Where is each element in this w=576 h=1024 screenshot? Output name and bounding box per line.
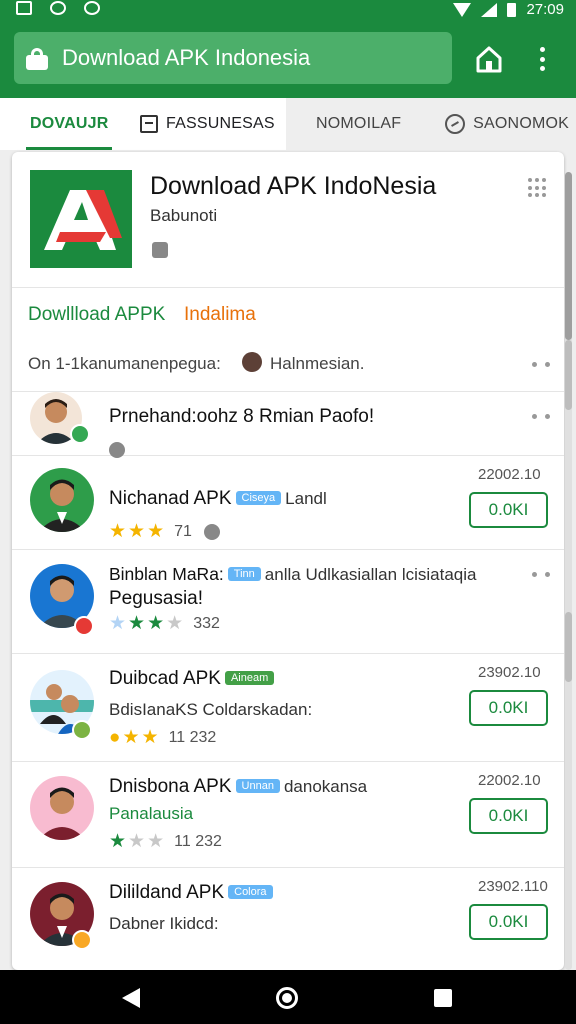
notification-icon [16, 1, 32, 15]
item-title: Duibcad APK Aineam [109, 668, 278, 690]
item-title: Binblan MaRa: Tinn anlla Udlkasiallan lcis… [109, 564, 477, 584]
tab-label: DOVAUJR [30, 115, 109, 132]
more-icon[interactable] [532, 572, 550, 578]
avatar [30, 776, 94, 840]
circle-home-icon[interactable] [276, 987, 298, 1009]
list-item[interactable]: Nichanad APK Ciseya Landl ★ ★ ★ 71 22002.10 … [12, 456, 564, 550]
item-title: Nichanad APK Ciseya Landl [109, 488, 327, 509]
list-item[interactable]: Dnisbona APK Unnan danokansa Panalausia ★ ★… [12, 762, 564, 868]
app-subtitle: Babunoti [150, 206, 218, 225]
rating-count: 11 232 [174, 832, 222, 850]
alert-icon [74, 616, 94, 636]
recents-icon[interactable] [434, 989, 452, 1007]
url-text: Download APK Indonesia [62, 45, 311, 70]
download-link-alt[interactable]: Indalima [184, 304, 256, 326]
app-card: Download APK IndoNesia Babunoti Dowllloa… [12, 152, 564, 970]
item-subtitle: BdisIanaKS Coldarskadan: [109, 700, 313, 719]
tab-label: NOMOILAF [316, 115, 402, 132]
scroll-thumb-lower[interactable] [565, 612, 572, 682]
developer-avatar [242, 352, 262, 372]
app-notification-icon [50, 1, 66, 15]
ok-button[interactable]: 0.0KI [469, 690, 548, 726]
wifi-icon [453, 2, 472, 17]
box-icon [140, 115, 158, 133]
system-nav-bar [0, 970, 576, 1024]
tab-bar: DOVAUJR FASSUNESAS NOMOILAF SAONOMOK [0, 98, 576, 150]
list-item[interactable]: Duibcad APK Aineam BdisIanaKS Coldarskada… [12, 654, 564, 762]
app-title: Download APK IndoNesia [150, 172, 437, 200]
tab-label: FASSUNESAS [166, 115, 275, 132]
tab-label: SAONOMOK [473, 115, 570, 132]
item-badge: Colora [228, 885, 273, 899]
rating-stars: ● ★ ★ 11 232 [109, 726, 217, 749]
item-title: Prnehand:oohz 8 Rmian Paofo! [109, 406, 375, 427]
browser-toolbar: Download APK Indonesia [0, 22, 576, 98]
ok-button[interactable]: 0.0KI [469, 798, 548, 834]
signal-icon [481, 2, 498, 17]
version-text: 23902.110 [478, 878, 548, 895]
badge-icon [72, 720, 92, 740]
rating-count: 11 232 [168, 728, 217, 746]
item-badge: Ciseya [235, 491, 282, 505]
info-icon [203, 523, 220, 540]
info-text: On 1-1kanumanenpegua: [28, 354, 221, 373]
rating-count: 332 [193, 614, 220, 632]
scrollbar[interactable] [565, 172, 572, 970]
home-icon[interactable] [474, 44, 504, 74]
tab-dovaujr[interactable]: DOVAUJR [25, 98, 113, 150]
list-item[interactable]: Dilildand APK Colora Dabner Ikidcd: 23902… [12, 868, 564, 970]
rating-stars: ★ ★ ★ ★ 332 [109, 613, 220, 634]
list-item[interactable]: Prnehand:oohz 8 Rmian Paofo! [12, 392, 564, 458]
item-badge: Tinn [227, 567, 261, 581]
rating-count: 71 [174, 522, 192, 540]
version-text: 22002.10 [478, 772, 541, 789]
avatar [30, 468, 94, 532]
scroll-thumb-secondary[interactable] [565, 340, 572, 410]
version-text: 23902.10 [478, 664, 541, 681]
status-time: 27:09 [526, 1, 564, 18]
developer-row: On 1-1kanumanenpegua: Halnmesian. [12, 340, 564, 392]
item-badge: Unnan [235, 779, 280, 793]
rating-stars: ★ ★ ★ 71 [109, 520, 220, 543]
rating-stars: ★ ★ ★ 11 232 [109, 831, 222, 852]
more-icon[interactable] [532, 362, 550, 368]
badge-icon [72, 930, 92, 950]
more-icon[interactable] [532, 414, 550, 420]
share-icon[interactable] [152, 242, 168, 258]
list-item[interactable]: Binblan MaRa: Tinn anlla Udlkasiallan lcis… [12, 550, 564, 654]
app-header: Download APK IndoNesia Babunoti [12, 152, 564, 288]
version-text: 22002.10 [478, 466, 541, 483]
lock-icon [26, 48, 48, 70]
clock-icon [445, 114, 466, 134]
scroll-thumb[interactable] [565, 172, 572, 340]
developer-name: Halnmesian. [270, 354, 365, 373]
tab-fassunesas[interactable]: FASSUNESAS [140, 98, 275, 150]
overflow-menu-icon[interactable] [532, 44, 552, 74]
battery-icon [507, 2, 517, 17]
download-row: Dowllload APPK Indalima [12, 288, 564, 340]
status-bar: 27:09 [0, 0, 576, 22]
location-icon [84, 1, 100, 15]
item-badge: Aineam [224, 671, 275, 685]
url-field[interactable]: Download APK Indonesia [14, 32, 452, 84]
check-icon [70, 424, 90, 444]
grid-icon[interactable] [528, 178, 548, 198]
app-logo [30, 170, 132, 268]
ok-button[interactable]: 0.0KI [469, 492, 548, 528]
back-icon[interactable] [122, 988, 140, 1008]
item-title: Dnisbona APK Unnan danokansa [109, 776, 368, 797]
tab-nomoilaf[interactable]: NOMOILAF SAONOMOK [286, 98, 576, 150]
item-subtitle: Dabner Ikidcd: [109, 914, 219, 933]
item-subtitle: Pegusasia! [109, 588, 204, 609]
item-subtitle: Panalausia [109, 804, 194, 823]
download-link[interactable]: Dowllload APPK [28, 304, 165, 326]
item-title: Dilildand APK Colora [109, 882, 277, 904]
ok-button[interactable]: 0.0KI [469, 904, 548, 940]
